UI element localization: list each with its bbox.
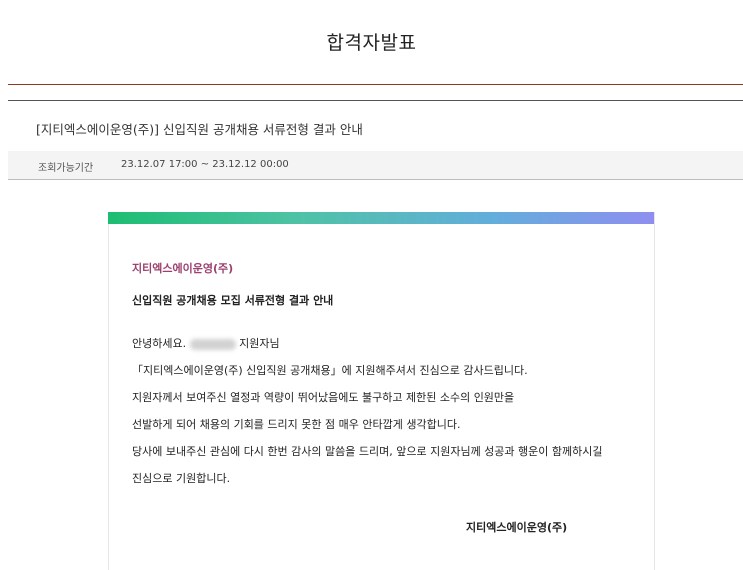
letter-greeting: 안녕하세요. 지원자님 [132,335,280,351]
greeting-prefix: 안녕하세요. [132,337,187,350]
letter-company-name: 지티엑스에이운영(주) [132,262,234,275]
result-letter-card: 지티엑스에이운영(주) 신입직원 공개채용 모집 서류전형 결과 안내 안녕하세… [108,212,655,570]
viewing-period-value: 23.12.07 17:00 ~ 23.12.12 00:00 [121,159,289,170]
letter-line: 지원자께서 보여주신 열정과 역량이 뛰어났음에도 불구하고 제한된 소수의 인… [132,391,515,404]
letter-line: 진심으로 기원합니다. [132,472,231,485]
header-divider [8,84,743,85]
notice-top-border [8,100,743,101]
card-gradient-bar [108,212,654,224]
letter-line: 「지티엑스에이운영(주) 신입직원 공개채용」에 지원해주셔서 진심으로 감사드… [132,364,528,377]
notice-title: [지티엑스에이운영(주)] 신입직원 공개채용 서류전형 결과 안내 [36,122,363,137]
viewing-period-bar: 조회가능기간 23.12.07 17:00 ~ 23.12.12 00:00 [8,151,743,180]
letter-line: 당사에 보내주신 관심에 다시 한번 감사의 말씀을 드리며, 앞으로 지원자님… [132,445,603,458]
applicant-name-redacted [190,338,237,350]
page-title: 합격자발표 [326,32,417,54]
viewing-period-label: 조회가능기간 [38,163,94,174]
greeting-suffix: 지원자님 [239,337,280,350]
letter-signature: 지티엑스에이운영(주) [466,521,568,534]
letter-subject: 신입직원 공개채용 모집 서류전형 결과 안내 [132,294,334,307]
letter-line: 선발하게 되어 채용의 기회를 드리지 못한 점 매우 안타깝게 생각합니다. [132,418,461,431]
